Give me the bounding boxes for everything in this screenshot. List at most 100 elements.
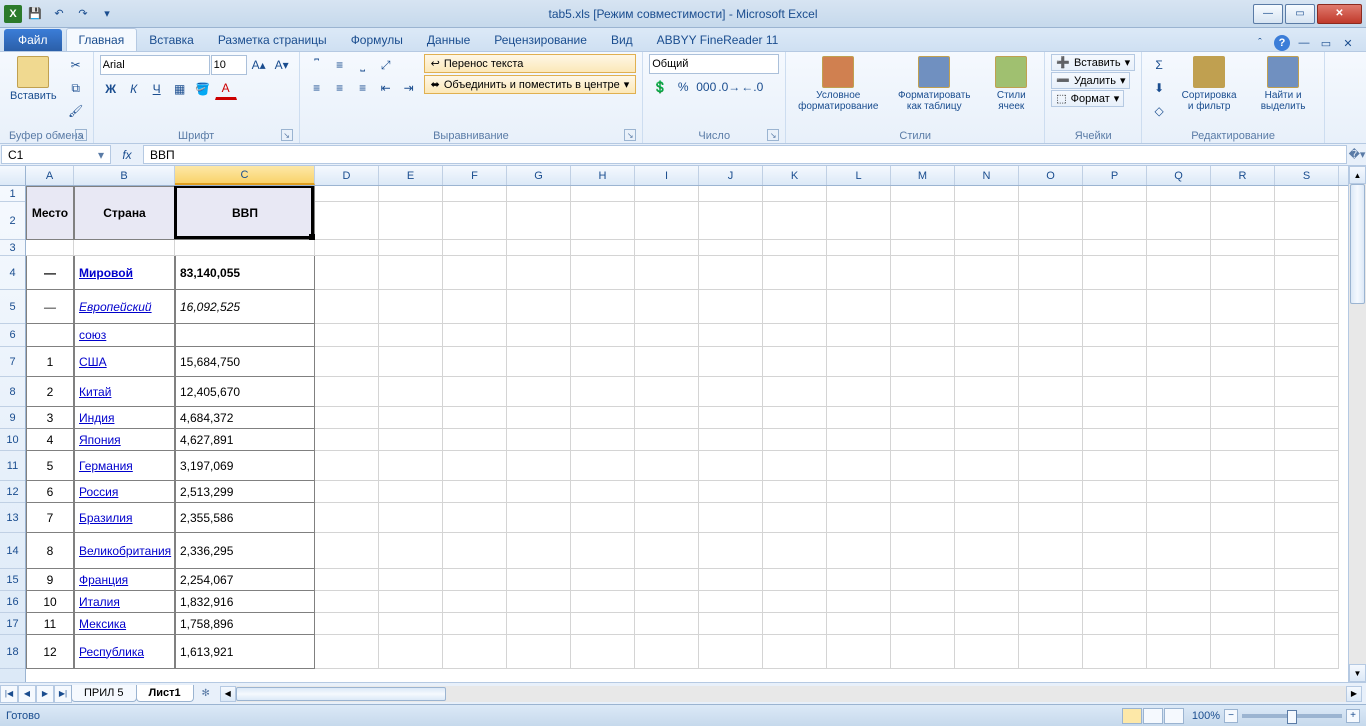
column-header-P[interactable]: P <box>1083 166 1147 185</box>
borders-icon[interactable]: ▦ <box>169 78 191 100</box>
cell-C17[interactable]: 1,758,896 <box>175 613 315 635</box>
orientation-icon[interactable]: ⤢ <box>375 54 397 76</box>
cell-B17[interactable]: Мексика <box>74 613 175 635</box>
sheet-tab-pril5[interactable]: ПРИЛ 5 <box>71 685 137 702</box>
tab-insert[interactable]: Вставка <box>137 29 206 51</box>
close-button[interactable] <box>1317 4 1362 24</box>
align-middle-icon[interactable]: ≡ <box>329 54 351 76</box>
cell-C5[interactable]: 16,092,525 <box>175 290 315 324</box>
percent-icon[interactable]: % <box>672 76 694 98</box>
wrap-text-button[interactable]: ↩Перенос текста <box>424 54 637 73</box>
hscroll-thumb[interactable] <box>236 687 446 701</box>
cell-C9[interactable]: 4,684,372 <box>175 407 315 429</box>
align-top-icon[interactable]: ⎴ <box>306 54 328 76</box>
font-color-icon[interactable]: A <box>215 78 237 100</box>
cell-B12[interactable]: Россия <box>74 481 175 503</box>
row-header-11[interactable]: 11 <box>0 451 25 481</box>
column-header-S[interactable]: S <box>1275 166 1339 185</box>
cell-C18[interactable]: 1,613,921 <box>175 635 315 669</box>
row-header-18[interactable]: 18 <box>0 635 25 669</box>
row-header-6[interactable]: 6 <box>0 324 25 347</box>
cell-styles-button[interactable]: Стили ячеек <box>984 54 1038 114</box>
cell-C6[interactable] <box>175 324 315 347</box>
zoom-slider[interactable] <box>1242 714 1342 718</box>
insert-cells-button[interactable]: ➕Вставить ▾ <box>1051 54 1135 71</box>
column-header-F[interactable]: F <box>443 166 507 185</box>
cell-A12[interactable]: 6 <box>26 481 74 503</box>
tab-review[interactable]: Рецензирование <box>482 29 599 51</box>
excel-icon[interactable]: X <box>4 5 22 23</box>
doc-restore-icon[interactable]: ▭ <box>1318 35 1334 51</box>
sort-filter-button[interactable]: Сортировка и фильтр <box>1174 54 1244 114</box>
cell-A4[interactable]: — <box>26 256 74 290</box>
cell-A11[interactable]: 5 <box>26 451 74 481</box>
cell-A1[interactable]: Место <box>26 186 74 240</box>
row-header-3[interactable]: 3 <box>0 240 25 256</box>
cell-B9[interactable]: Индия <box>74 407 175 429</box>
scroll-right-icon[interactable]: ▶ <box>1346 686 1362 702</box>
zoom-level[interactable]: 100% <box>1192 710 1220 722</box>
alignment-launcher-icon[interactable]: ↘ <box>624 129 636 141</box>
cell-A13[interactable]: 7 <box>26 503 74 533</box>
formula-input[interactable]: ВВП <box>143 145 1347 164</box>
cell-C7[interactable]: 15,684,750 <box>175 347 315 377</box>
row-header-12[interactable]: 12 <box>0 481 25 503</box>
cell-A14[interactable]: 8 <box>26 533 74 569</box>
format-as-table-button[interactable]: Форматировать как таблицу <box>888 54 980 114</box>
cell-C12[interactable]: 2,513,299 <box>175 481 315 503</box>
qat-customize-icon[interactable]: ▾ <box>96 3 118 25</box>
format-cells-button[interactable]: ⬚Формат ▾ <box>1051 90 1124 107</box>
row-header-15[interactable]: 15 <box>0 569 25 591</box>
cell-A17[interactable]: 11 <box>26 613 74 635</box>
column-header-Q[interactable]: Q <box>1147 166 1211 185</box>
redo-icon[interactable]: ↷ <box>72 3 94 25</box>
select-all-corner[interactable] <box>0 166 26 186</box>
row-header-1[interactable]: 1 <box>0 186 25 202</box>
tab-home[interactable]: Главная <box>66 28 138 51</box>
fill-icon[interactable]: ⬇ <box>1148 77 1170 99</box>
scroll-up-icon[interactable]: ▲ <box>1349 166 1366 184</box>
align-left-icon[interactable]: ≡ <box>306 77 328 99</box>
find-select-button[interactable]: Найти и выделить <box>1248 54 1318 114</box>
cell-A6[interactable] <box>26 324 74 347</box>
horizontal-scrollbar[interactable]: ◀ ▶ <box>220 686 1362 702</box>
row-header-5[interactable]: 5 <box>0 290 25 324</box>
font-launcher-icon[interactable]: ↘ <box>281 129 293 141</box>
cell-B14[interactable]: Великобритания <box>74 533 175 569</box>
cell-B1[interactable]: Страна <box>74 186 175 240</box>
name-box-dropdown-icon[interactable]: ▾ <box>98 148 104 162</box>
row-header-2[interactable]: 2 <box>0 202 25 240</box>
cell-C4[interactable]: 83,140,055 <box>175 256 315 290</box>
format-painter-icon[interactable]: 🖌 <box>65 100 87 122</box>
tab-nav-next-icon[interactable]: ▶ <box>36 685 54 703</box>
column-header-H[interactable]: H <box>571 166 635 185</box>
row-header-13[interactable]: 13 <box>0 503 25 533</box>
cell-A15[interactable]: 9 <box>26 569 74 591</box>
cell-B11[interactable]: Германия <box>74 451 175 481</box>
name-box[interactable]: C1▾ <box>1 145 111 164</box>
new-sheet-icon[interactable]: ✻ <box>196 686 216 702</box>
cell-A5[interactable]: — <box>26 290 74 324</box>
cell-C14[interactable]: 2,336,295 <box>175 533 315 569</box>
row-header-8[interactable]: 8 <box>0 377 25 407</box>
column-header-E[interactable]: E <box>379 166 443 185</box>
column-header-K[interactable]: K <box>763 166 827 185</box>
tab-data[interactable]: Данные <box>415 29 482 51</box>
font-size-combo[interactable] <box>211 55 247 75</box>
cell-A10[interactable]: 4 <box>26 429 74 451</box>
column-header-G[interactable]: G <box>507 166 571 185</box>
fill-color-icon[interactable]: 🪣 <box>192 78 214 100</box>
scroll-down-icon[interactable]: ▼ <box>1349 664 1366 682</box>
cell-B7[interactable]: США <box>74 347 175 377</box>
cell-B5[interactable]: Европейский <box>74 290 175 324</box>
cell-C15[interactable]: 2,254,067 <box>175 569 315 591</box>
tab-view[interactable]: Вид <box>599 29 645 51</box>
normal-view-icon[interactable] <box>1122 708 1142 724</box>
save-icon[interactable]: 💾 <box>24 3 46 25</box>
column-header-B[interactable]: B <box>74 166 175 185</box>
doc-minimize-icon[interactable]: — <box>1296 35 1312 51</box>
increase-indent-icon[interactable]: ⇥ <box>398 77 420 99</box>
row-header-9[interactable]: 9 <box>0 407 25 429</box>
column-header-L[interactable]: L <box>827 166 891 185</box>
cell-A16[interactable]: 10 <box>26 591 74 613</box>
